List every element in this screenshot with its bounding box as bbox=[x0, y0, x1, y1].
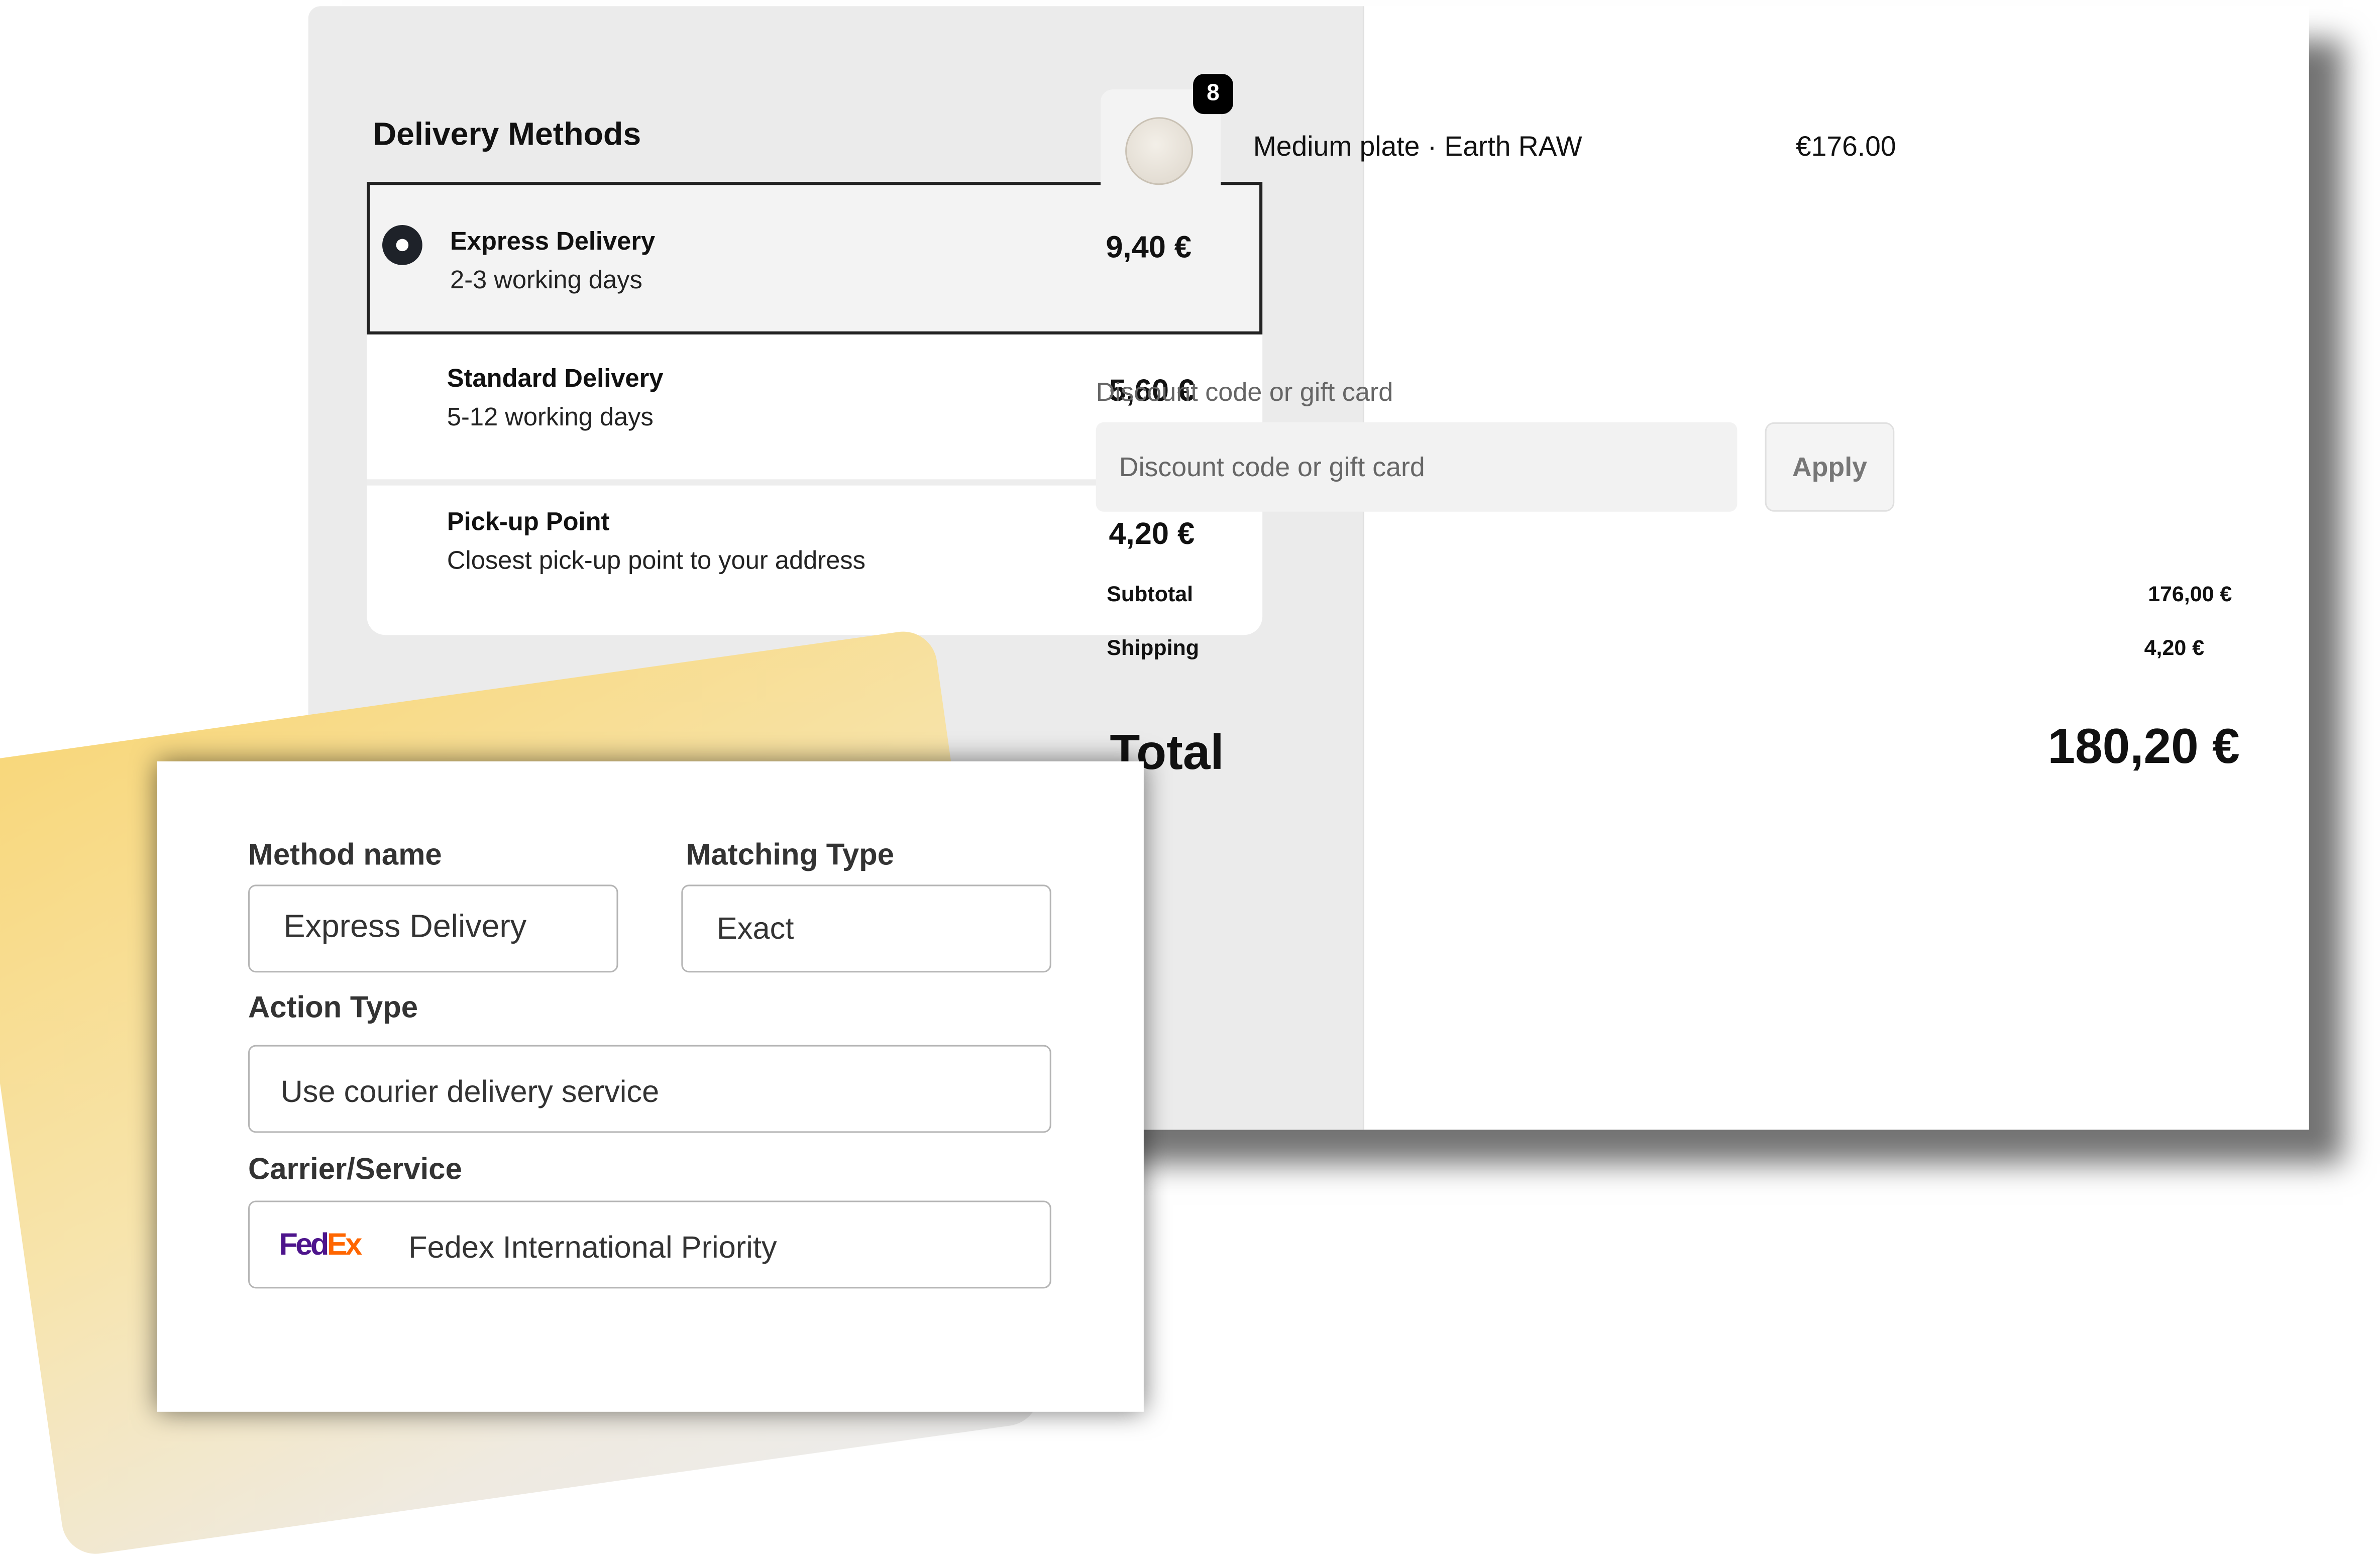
action-type-label: Action Type bbox=[248, 991, 418, 1025]
shipping-rule-form: Method name Express Delivery Matching Ty… bbox=[157, 761, 1144, 1412]
shipping-value: 4,20 € bbox=[2144, 635, 2205, 660]
plate-image bbox=[1125, 117, 1194, 185]
method-name-label: Method name bbox=[248, 838, 442, 872]
action-type-field[interactable]: Use courier delivery service bbox=[248, 1045, 1051, 1133]
carrier-service-value: Fedex International Priority bbox=[408, 1231, 777, 1266]
radio-selected-icon[interactable] bbox=[382, 225, 422, 265]
option-price: 4,20 € bbox=[1109, 518, 1195, 552]
method-name-field[interactable]: Express Delivery bbox=[248, 884, 618, 973]
method-name-value: Express Delivery bbox=[283, 909, 527, 945]
option-price: 9,40 € bbox=[1106, 231, 1192, 265]
subtotal-value: 176,00 € bbox=[2148, 581, 2232, 606]
option-name: Pick-up Point bbox=[447, 508, 610, 536]
carrier-service-field[interactable]: FedEx Fedex International Priority bbox=[248, 1200, 1051, 1289]
carrier-service-label: Carrier/Service bbox=[248, 1153, 462, 1187]
matching-type-field[interactable]: Exact bbox=[681, 884, 1051, 973]
discount-label: Discount code or gift card bbox=[1096, 377, 1393, 407]
option-subtitle: 2-3 working days bbox=[450, 266, 642, 295]
discount-input[interactable] bbox=[1096, 422, 1738, 512]
action-type-value: Use courier delivery service bbox=[280, 1075, 660, 1110]
stage: Delivery Methods Express Delivery 2-3 wo… bbox=[0, 0, 2380, 1558]
option-subtitle: 5-12 working days bbox=[447, 403, 654, 432]
fedex-logo-icon: FedEx bbox=[279, 1228, 362, 1263]
delivery-methods-title: Delivery Methods bbox=[373, 117, 641, 153]
option-subtitle: Closest pick-up point to your address bbox=[447, 547, 866, 575]
option-name: Express Delivery bbox=[450, 228, 656, 256]
quantity-badge: 8 bbox=[1193, 74, 1233, 115]
radio-dot bbox=[396, 239, 409, 252]
apply-button[interactable]: Apply bbox=[1765, 422, 1895, 512]
shipping-label: Shipping bbox=[1107, 635, 1200, 660]
total-value: 180,20 € bbox=[2047, 718, 2240, 774]
product-name: Medium plate · Earth RAW bbox=[1253, 131, 1582, 162]
matching-type-value: Exact bbox=[716, 912, 794, 947]
matching-type-label: Matching Type bbox=[686, 838, 894, 872]
product-price: €176.00 bbox=[1795, 131, 1896, 162]
pane-divider bbox=[1362, 6, 1364, 1130]
option-name: Standard Delivery bbox=[447, 365, 664, 393]
subtotal-label: Subtotal bbox=[1107, 581, 1194, 606]
